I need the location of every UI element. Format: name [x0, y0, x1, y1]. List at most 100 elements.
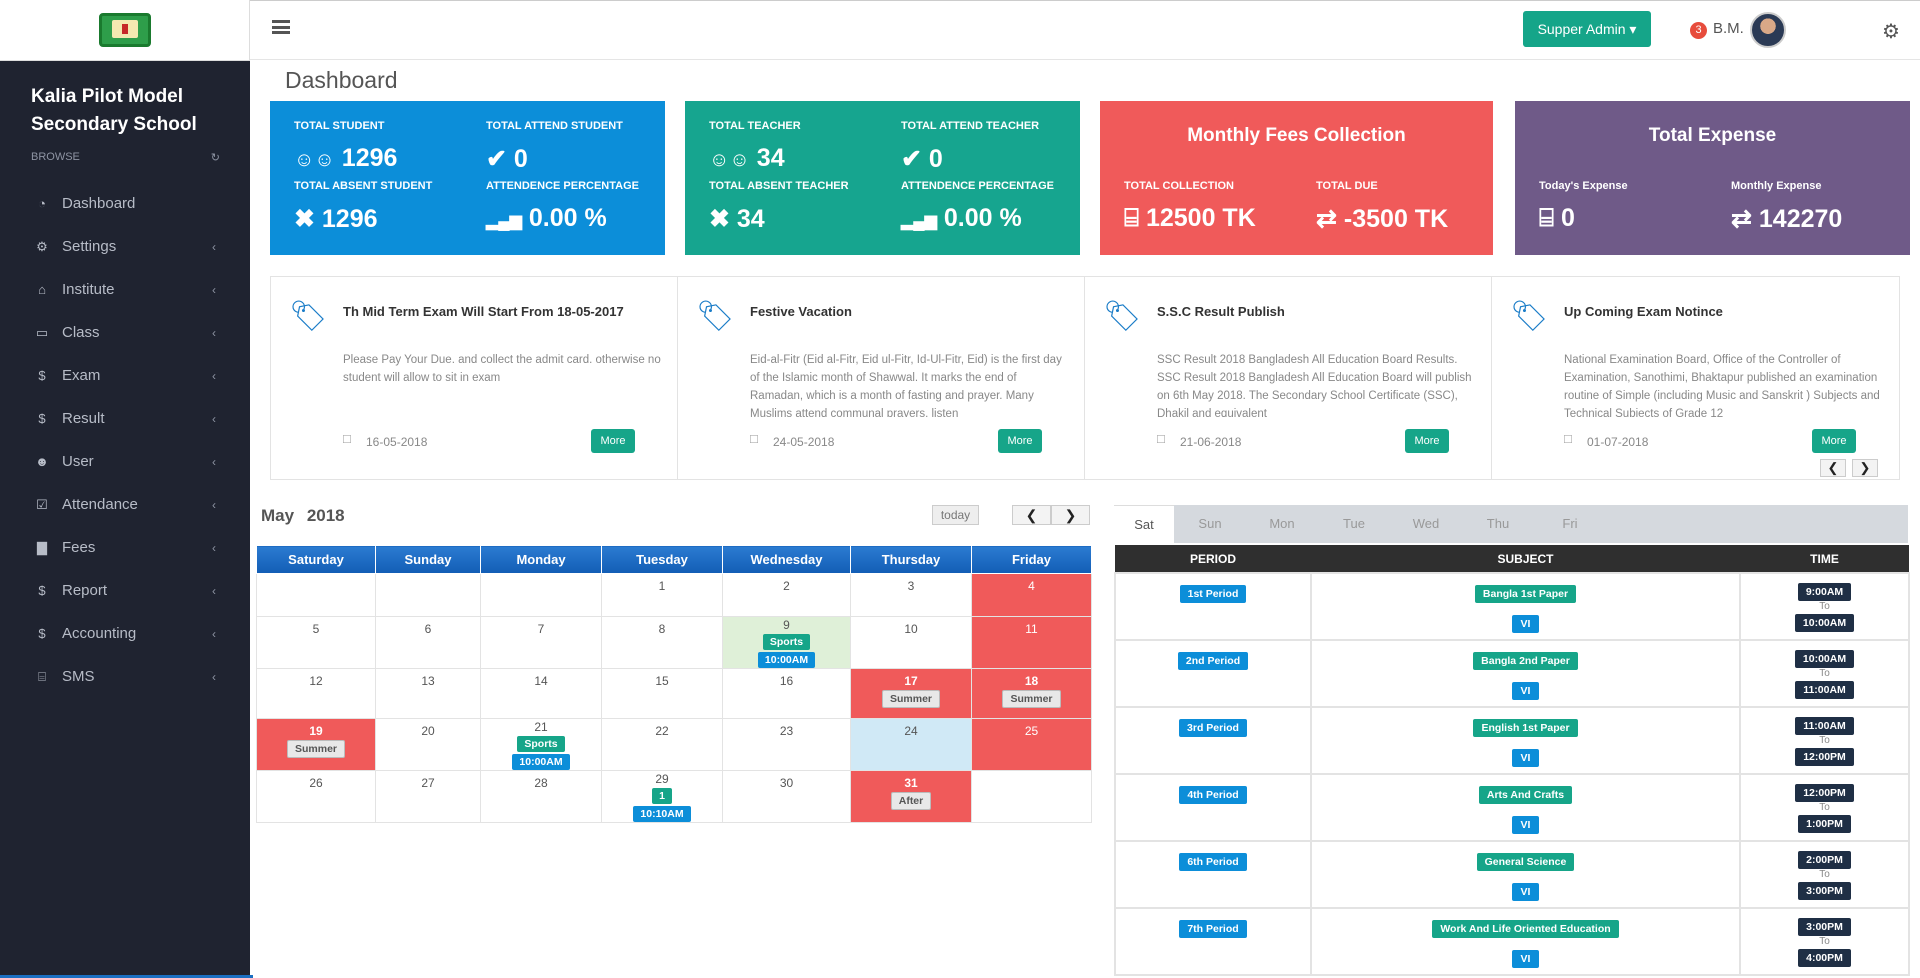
sidebar-item-exam[interactable]: $ Exam ‹ [0, 354, 250, 397]
calendar-day-cell[interactable]: 20 [375, 718, 481, 771]
sidebar-item-report[interactable]: $ Report ‹ [0, 569, 250, 612]
period-chip: 4th Period [1179, 786, 1247, 804]
money-icon: ⌸ [38, 668, 46, 684]
calendar-event[interactable]: Summer [286, 740, 345, 758]
to-label: To [1819, 936, 1830, 947]
calendar-day-cell[interactable] [480, 573, 602, 617]
tab-sun[interactable]: Sun [1174, 505, 1246, 543]
calendar-event[interactable]: 1 [652, 788, 672, 804]
calendar-day-cell[interactable]: 22 [601, 718, 723, 771]
period-cell: 1st Period [1114, 572, 1312, 641]
tab-tue[interactable]: Tue [1318, 505, 1390, 543]
more-button[interactable]: More [1405, 429, 1449, 453]
notice-card: 🏷 Up Coming Exam Notince National Examin… [1492, 277, 1899, 479]
admin-role-dropdown[interactable]: Supper Admin ▾ [1523, 11, 1651, 47]
tab-fri[interactable]: Fri [1534, 505, 1606, 543]
calendar-next-button[interactable]: ❯ [1051, 505, 1090, 525]
calendar-day-cell[interactable]: 6 [375, 616, 481, 669]
calendar-event[interactable]: Sports [762, 634, 811, 650]
gear-icon[interactable]: ⚙ [1882, 19, 1900, 44]
calendar-today-button[interactable]: today [932, 505, 979, 525]
sidebar-item-accounting[interactable]: $ Accounting ‹ [0, 612, 250, 655]
calendar-event[interactable]: Summer [1002, 690, 1061, 708]
sidebar-item-class[interactable]: ▭ Class ‹ [0, 311, 250, 354]
calendar-day-cell[interactable]: 21 Sports 10:00AM [480, 718, 602, 771]
sidebar-item-user[interactable]: ☻ User ‹ [0, 440, 250, 483]
chevron-left-icon: ‹ [212, 411, 216, 426]
calendar-day-cell[interactable]: 25 [971, 718, 1092, 771]
sidebar-item-settings[interactable]: ⚙ Settings ‹ [0, 225, 250, 268]
end-time-chip: 1:00PM [1798, 815, 1851, 833]
calendar-event[interactable]: 10:00AM [512, 754, 570, 770]
start-time-chip: 11:00AM [1795, 717, 1854, 735]
calendar-day-cell[interactable]: 3 [850, 573, 972, 617]
sidebar-item-label: Exam [62, 367, 101, 384]
calendar-day-cell[interactable]: 24 [850, 718, 972, 771]
calendar-event[interactable]: Sports [517, 736, 565, 752]
calendar-day-cell[interactable]: 17 Summer [850, 668, 972, 719]
sidebar-item-dashboard[interactable]: ◔ Dashboard [0, 182, 250, 225]
more-button[interactable]: More [591, 429, 635, 453]
calendar-day-cell[interactable] [971, 770, 1092, 823]
user-name[interactable]: B.M. [1713, 20, 1744, 37]
calendar-event[interactable]: After [890, 792, 932, 810]
calendar-day-cell[interactable]: 12 [256, 668, 376, 719]
sidebar-item-result[interactable]: $ Result ‹ [0, 397, 250, 440]
subject-cell: Arts And Crafts VI [1310, 773, 1741, 842]
calendar-day-cell[interactable]: 28 [480, 770, 602, 823]
school-logo[interactable] [98, 13, 151, 47]
calendar-day-cell[interactable]: 9 Sports 10:00AM [722, 616, 851, 669]
calendar-event[interactable]: Summer [881, 690, 940, 708]
avatar[interactable] [1750, 12, 1786, 48]
class-chip: VI [1511, 883, 1540, 901]
tab-thu[interactable]: Thu [1462, 505, 1534, 543]
sidebar-item-label: SMS [62, 668, 95, 685]
calendar-day-cell[interactable]: 4 [971, 573, 1092, 617]
calendar-day-cell[interactable]: 23 [722, 718, 851, 771]
calendar-day-cell[interactable]: 18 Summer [971, 668, 1092, 719]
more-button[interactable]: More [1812, 429, 1856, 453]
dollar-icon: $ [38, 626, 46, 641]
tab-mon[interactable]: Mon [1246, 505, 1318, 543]
notification-badge[interactable]: 3 [1690, 22, 1707, 39]
carousel-prev-button[interactable]: ❮ [1820, 459, 1846, 477]
calendar-day-cell[interactable]: 19 Summer [256, 718, 376, 771]
calendar-day-cell[interactable]: 29 1 10:10AM [601, 770, 723, 823]
calendar-day-cell[interactable] [375, 573, 481, 617]
calendar-day-cell[interactable]: 10 [850, 616, 972, 669]
calendar-day-cell[interactable]: 7 [480, 616, 602, 669]
calendar-event[interactable]: 10:00AM [757, 652, 816, 668]
calendar-day-cell[interactable]: 15 [601, 668, 723, 719]
sidebar-item-sms[interactable]: ⌸ SMS ‹ [0, 655, 250, 698]
to-label: To [1819, 802, 1830, 813]
carousel-next-button[interactable]: ❯ [1852, 459, 1878, 477]
calendar-day-cell[interactable]: 14 [480, 668, 602, 719]
calendar-day-cell[interactable]: 26 [256, 770, 376, 823]
calendar-day-cell[interactable]: 31 After [850, 770, 972, 823]
calendar-day-cell[interactable]: 11 [971, 616, 1092, 669]
calendar-day-cell[interactable]: 27 [375, 770, 481, 823]
sidebar-item-fees[interactable]: ▇ Fees ‹ [0, 526, 250, 569]
more-button[interactable]: More [998, 429, 1042, 453]
calendar-day-cell[interactable]: 2 [722, 573, 851, 617]
teacher-pct-label: ATTENDENCE PERCENTAGE [901, 180, 1054, 192]
calendar-day-number: 9 [783, 618, 790, 632]
refresh-icon[interactable]: ↻ [211, 151, 220, 164]
calendar-day-cell[interactable] [256, 573, 376, 617]
calendar-prev-button[interactable]: ❮ [1012, 505, 1051, 525]
sidebar-item-label: Accounting [62, 625, 137, 642]
sidebar-item-attendance[interactable]: ☑ Attendance ‹ [0, 483, 250, 526]
calendar-day-cell[interactable]: 13 [375, 668, 481, 719]
sidebar-item-institute[interactable]: ⌂ Institute ‹ [0, 268, 250, 311]
student-pct-label: ATTENDENCE PERCENTAGE [486, 180, 639, 192]
tab-sat[interactable]: Sat [1114, 505, 1174, 543]
start-time-chip: 3:00PM [1798, 918, 1851, 936]
calendar-day-cell[interactable]: 8 [601, 616, 723, 669]
calendar-day-cell[interactable]: 5 [256, 616, 376, 669]
tab-wed[interactable]: Wed [1390, 505, 1462, 543]
hamburger-menu-icon[interactable] [272, 20, 290, 34]
calendar-event[interactable]: 10:10AM [633, 806, 691, 822]
calendar-day-cell[interactable]: 1 [601, 573, 723, 617]
calendar-day-cell[interactable]: 16 [722, 668, 851, 719]
calendar-day-cell[interactable]: 30 [722, 770, 851, 823]
